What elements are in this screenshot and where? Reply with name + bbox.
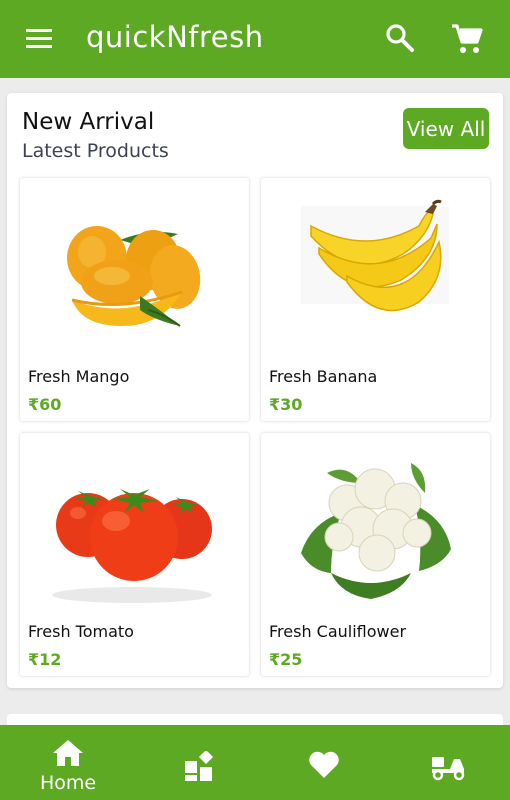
mango-image bbox=[67, 226, 201, 327]
delivery-scooter-icon bbox=[432, 757, 465, 781]
bottom-navigation: Home bbox=[0, 725, 510, 800]
product-card-tomato[interactable]: Fresh Tomato ₹12 bbox=[20, 433, 249, 676]
app-title: quickNfresh bbox=[86, 20, 264, 54]
cauliflower-image bbox=[301, 463, 451, 599]
product-price: ₹25 bbox=[269, 650, 303, 669]
nav-home-label: Home bbox=[39, 772, 97, 794]
section-subheading: Latest Products bbox=[22, 140, 169, 162]
home-icon bbox=[53, 740, 83, 766]
nav-favorites[interactable] bbox=[296, 725, 356, 800]
nav-delivery[interactable] bbox=[420, 725, 480, 800]
banana-image bbox=[301, 199, 449, 312]
favorites-heart-icon bbox=[309, 751, 339, 778]
product-card-cauliflower[interactable]: Fresh Cauliflower ₹25 bbox=[261, 433, 490, 676]
product-card-mango[interactable]: Fresh Mango ₹60 bbox=[20, 178, 249, 421]
product-name: Fresh Tomato bbox=[28, 622, 134, 641]
menu-icon[interactable] bbox=[24, 24, 56, 54]
product-price: ₹60 bbox=[28, 395, 62, 414]
categories-icon bbox=[185, 751, 214, 781]
new-arrival-section: New Arrival Latest Products View All Fre… bbox=[7, 93, 503, 688]
section-heading: New Arrival bbox=[22, 109, 155, 135]
nav-categories[interactable] bbox=[170, 725, 230, 800]
product-name: Fresh Mango bbox=[28, 367, 130, 386]
tomato-image bbox=[52, 489, 212, 603]
product-price: ₹30 bbox=[269, 395, 303, 414]
app-bar: quickNfresh bbox=[0, 0, 510, 78]
product-name: Fresh Cauliflower bbox=[269, 622, 407, 641]
nav-home[interactable]: Home bbox=[22, 725, 114, 800]
cart-icon[interactable] bbox=[450, 22, 484, 56]
search-icon[interactable] bbox=[384, 22, 416, 54]
view-all-button[interactable]: View All bbox=[403, 108, 489, 149]
product-price: ₹12 bbox=[28, 650, 62, 669]
product-name: Fresh Banana bbox=[269, 367, 378, 386]
product-card-banana[interactable]: Fresh Banana ₹30 bbox=[261, 178, 490, 421]
